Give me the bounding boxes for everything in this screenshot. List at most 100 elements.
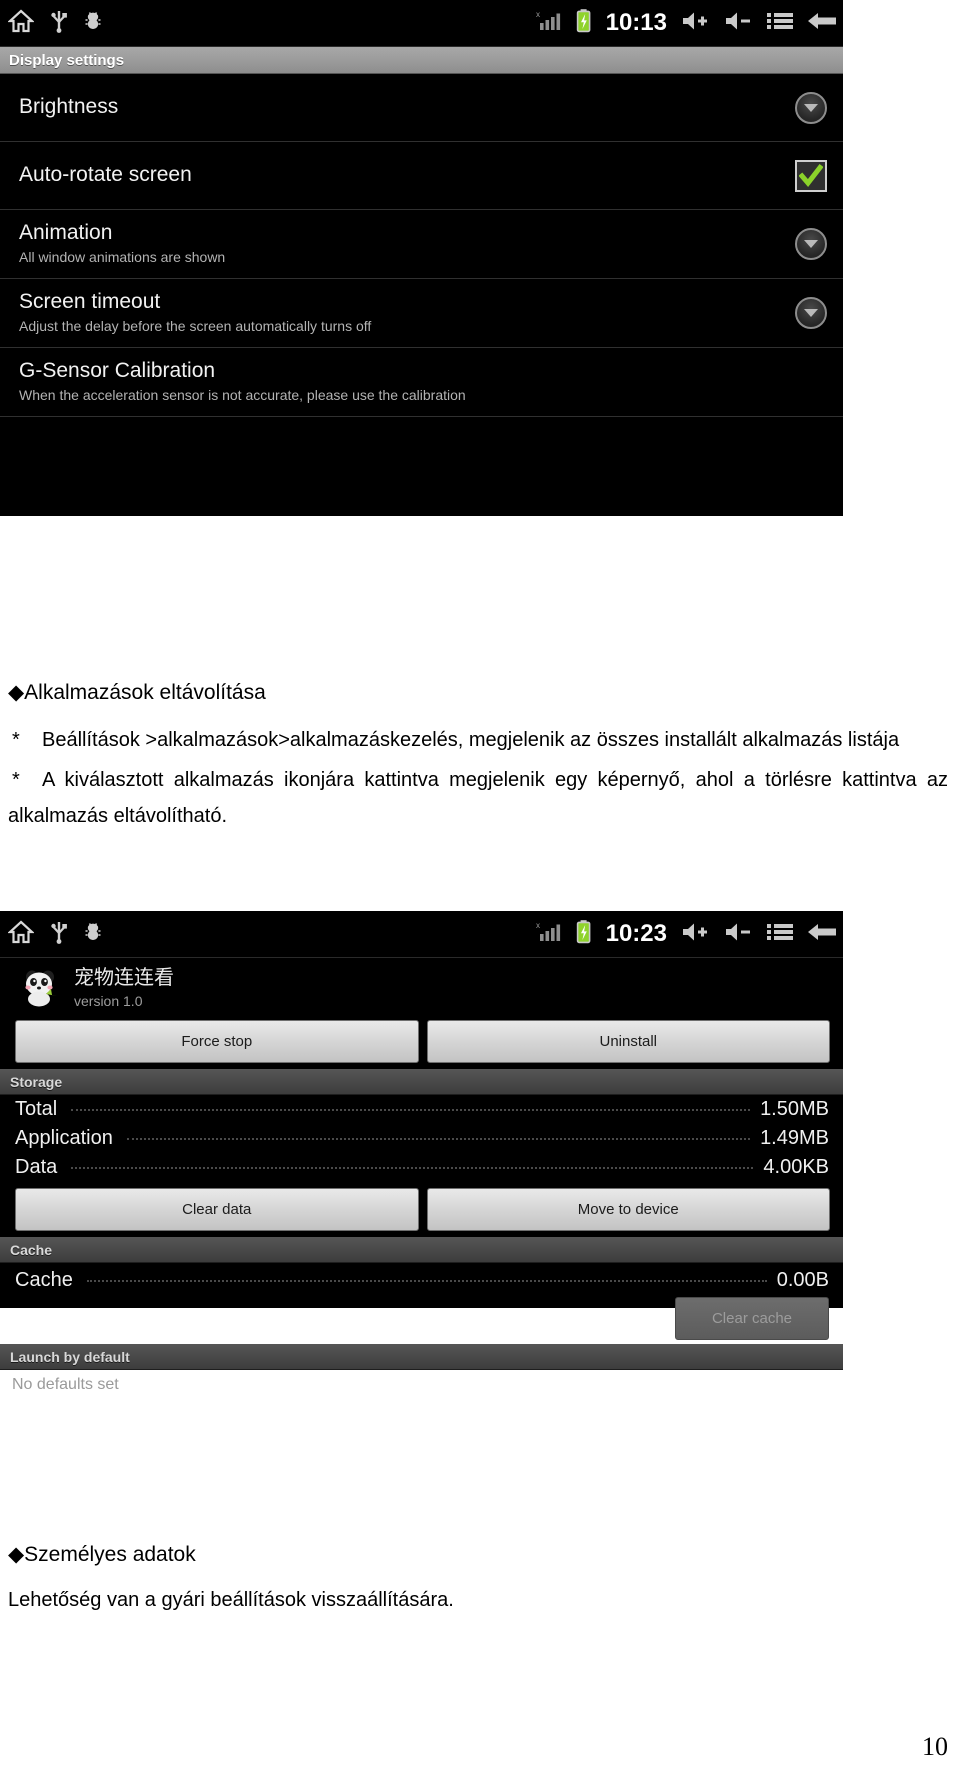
volume-up-icon[interactable] — [680, 920, 710, 949]
bullet-marker: * — [12, 729, 20, 751]
home-icon[interactable] — [7, 9, 35, 38]
bullet-paragraph-1: * Beállítások >alkalmazások>alkalmazáskez… — [0, 722, 960, 758]
dot-leader — [71, 1167, 754, 1169]
status-bar-clock: 10:13 — [605, 9, 667, 36]
clear-cache-button[interactable]: Clear cache — [675, 1297, 829, 1340]
dropdown-widget-brightness[interactable] — [795, 91, 827, 124]
chevron-down-icon — [795, 228, 827, 260]
page-number: 10 — [922, 1732, 948, 1761]
home-icon[interactable] — [7, 920, 35, 949]
list-empty-area — [0, 417, 843, 516]
row-label: Data — [15, 1156, 58, 1178]
dot-leader — [71, 1109, 751, 1111]
bullet-marker: * — [12, 769, 20, 791]
volume-down-icon[interactable] — [723, 9, 753, 38]
storage-rows: Total 1.50MB Application 1.49MB Data 4.0… — [0, 1095, 843, 1182]
pref-row-screen-timeout[interactable]: Screen timeout Adjust the delay before t… — [0, 279, 843, 348]
battery-charging-icon — [575, 919, 593, 950]
checkmark-icon — [795, 159, 827, 192]
status-bar-left-icons — [7, 0, 102, 46]
no-defaults-text: No defaults set — [12, 1376, 119, 1393]
clear-data-button[interactable]: Clear data — [15, 1188, 419, 1231]
pref-summary: Adjust the delay before the screen autom… — [19, 318, 372, 334]
move-to-device-button[interactable]: Move to device — [426, 1188, 830, 1231]
android-debug-icon[interactable] — [84, 920, 102, 949]
storage-row-application: Application 1.49MB — [0, 1124, 843, 1153]
storage-row-data: Data 4.00KB — [0, 1153, 843, 1182]
pref-title: G-Sensor Calibration — [19, 359, 216, 382]
display-settings-screenshot: x 10:13 Display settings Brightness Auto… — [0, 0, 843, 516]
status-bar: x 10:13 — [0, 0, 843, 47]
app-header: 宠物连连看 version 1.0 — [0, 958, 843, 1016]
pref-row-auto-rotate-screen[interactable]: Auto-rotate screen — [0, 142, 843, 210]
app-version: version 1.0 — [74, 992, 143, 1009]
pref-summary: All window animations are shown — [19, 249, 226, 265]
row-value: 1.49MB — [760, 1127, 829, 1149]
cache-row: Cache 0.00B — [0, 1263, 843, 1295]
pref-title: Auto-rotate screen — [19, 163, 192, 186]
back-icon[interactable] — [807, 9, 837, 38]
storage-section-label: Storage — [10, 1073, 63, 1090]
dot-leader — [86, 1280, 767, 1282]
storage-action-buttons: Clear data Move to device — [0, 1182, 843, 1237]
section-heading-uninstall-apps: ◆Alkalmazások eltávolítása — [8, 681, 266, 704]
launch-by-default-label: Launch by default — [10, 1348, 130, 1365]
status-bar-clock: 10:23 — [605, 920, 667, 947]
usb-icon[interactable] — [50, 920, 68, 949]
svg-text:x: x — [536, 921, 540, 930]
cache-section-header: Cache — [0, 1237, 843, 1263]
bullet-text: Beállítások >alkalmazások>alkalmazáskeze… — [42, 729, 900, 751]
bullet-paragraph-2: * A kiválasztott alkalmazás ikonjára katt… — [0, 762, 960, 834]
volume-down-icon[interactable] — [723, 920, 753, 949]
battery-charging-icon — [575, 8, 593, 39]
status-bar-left-icons — [7, 911, 102, 957]
bullet-text: A kiválasztott alkalmazás ikonjára katti… — [8, 769, 948, 827]
row-value: 0.00B — [776, 1269, 829, 1291]
section-heading-personal-data: ◆Személyes adatok — [8, 1543, 196, 1566]
dropdown-widget-screen-timeout[interactable] — [795, 297, 827, 329]
dot-leader — [126, 1138, 751, 1140]
row-label: Total — [15, 1098, 58, 1120]
display-settings-list: Brightness Auto-rotate screen Animation … — [0, 74, 843, 516]
cache-action-buttons: Clear cache — [0, 1295, 843, 1344]
back-icon[interactable] — [807, 920, 837, 949]
storage-section-header: Storage — [0, 1069, 843, 1095]
row-label: Cache — [15, 1269, 73, 1291]
force-stop-button[interactable]: Force stop — [15, 1020, 419, 1063]
signal-bars-icon: x — [536, 919, 562, 950]
app-name: 宠物连连看 — [74, 966, 174, 989]
menu-icon[interactable] — [766, 9, 794, 38]
status-bar-right-icons: x 10:13 — [536, 0, 837, 46]
row-label: Application — [15, 1127, 113, 1149]
cache-section-label: Cache — [10, 1241, 53, 1258]
dropdown-widget-animation[interactable] — [795, 228, 827, 260]
section-text-personal-data: Lehetőség van a gyári beállítások vissza… — [8, 1589, 454, 1611]
section-personal-data: ◆Személyes adatok Lehetőség van a gyári … — [0, 1540, 960, 1616]
status-bar-right-icons: x 10:23 — [536, 911, 837, 957]
svg-text:x: x — [536, 10, 540, 19]
row-value: 4.00KB — [763, 1156, 829, 1178]
menu-icon[interactable] — [766, 920, 794, 949]
signal-bars-icon: x — [536, 8, 562, 39]
pref-row-brightness[interactable]: Brightness — [0, 74, 843, 142]
app-info-screenshot: x 10:23 宠物连连看 version 1.0 Force stop Uni… — [0, 911, 843, 1393]
app-name-block: 宠物连连看 version 1.0 — [74, 967, 174, 1010]
pref-title: Brightness — [19, 95, 119, 118]
launch-by-default-section-header: Launch by default — [0, 1344, 843, 1370]
app-action-buttons: Force stop Uninstall — [0, 1016, 843, 1069]
pref-title: Animation — [19, 221, 113, 244]
storage-row-total: Total 1.50MB — [0, 1095, 843, 1124]
screen-title-bar: Display settings — [0, 47, 843, 74]
chevron-down-icon — [795, 91, 827, 124]
screen-title: Display settings — [9, 51, 125, 69]
usb-icon[interactable] — [50, 9, 68, 38]
android-debug-icon[interactable] — [84, 9, 102, 38]
pref-row-animation[interactable]: Animation All window animations are show… — [0, 210, 843, 279]
chevron-down-icon — [795, 297, 827, 329]
volume-up-icon[interactable] — [680, 9, 710, 38]
uninstall-button[interactable]: Uninstall — [426, 1020, 830, 1063]
checkbox-auto-rotate-screen[interactable] — [795, 159, 827, 192]
pref-title: Screen timeout — [19, 290, 161, 313]
pref-row-g-sensor-calibration[interactable]: G-Sensor Calibration When the accelerati… — [0, 348, 843, 417]
pref-summary: When the acceleration sensor is not accu… — [19, 387, 466, 403]
